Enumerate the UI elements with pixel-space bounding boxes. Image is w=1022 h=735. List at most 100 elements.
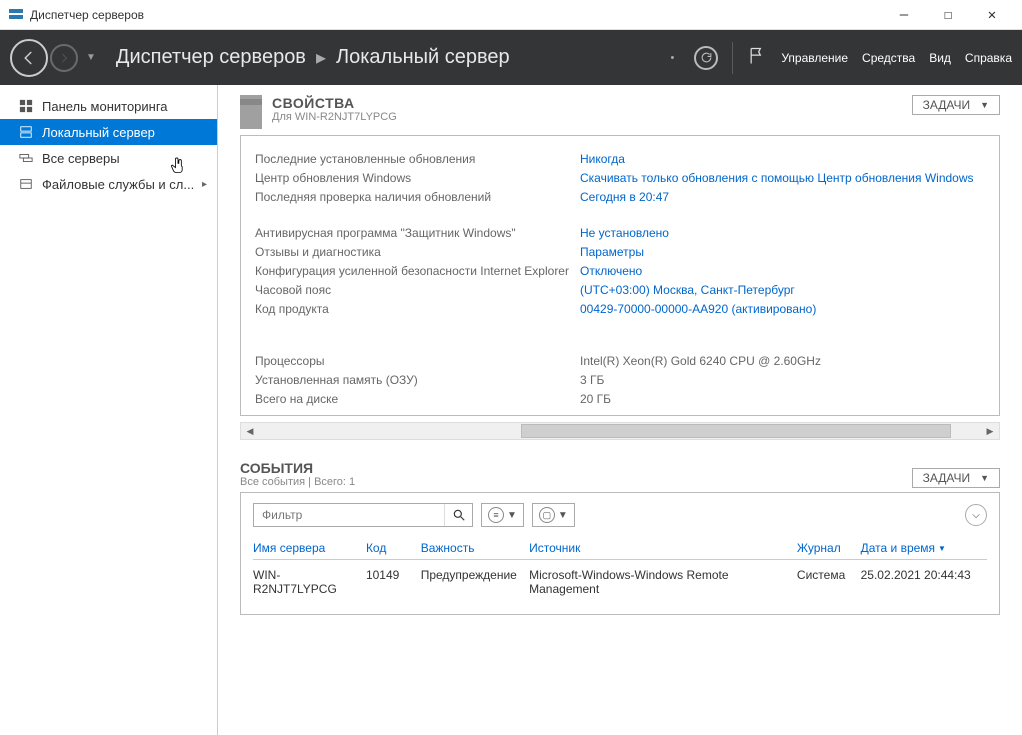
chevron-right-icon: ▸ — [202, 179, 207, 190]
prop-value-link[interactable]: Скачивать только обновления с помощью Це… — [580, 169, 974, 188]
horizontal-scrollbar[interactable]: ◀ ▶ — [240, 422, 1000, 440]
cell-datetime: 25.02.2021 20:44:43 — [861, 568, 987, 596]
tasks-label: ЗАДАЧИ — [923, 471, 970, 485]
events-header: СОБЫТИЯ Все события | Всего: 1 ЗАДАЧИ ▼ — [240, 460, 1000, 488]
menu-help[interactable]: Справка — [965, 51, 1012, 65]
prop-value-link[interactable]: Не установлено — [580, 224, 669, 243]
sort-desc-icon: ▼ — [938, 544, 946, 553]
view-options-button[interactable]: ≡▼ — [481, 503, 524, 527]
nav-dropdown-icon[interactable]: ▼ — [86, 52, 96, 63]
minimize-button[interactable]: — — [882, 3, 926, 27]
titlebar: Диспетчер серверов — ☐ ✕ — [0, 0, 1022, 30]
column-server[interactable]: Имя сервера — [253, 541, 366, 555]
search-icon[interactable] — [444, 504, 472, 526]
tag-icon: ▢ — [539, 507, 555, 523]
column-source[interactable]: Источник — [529, 541, 797, 555]
column-code[interactable]: Код — [366, 541, 421, 555]
expand-collapse-button[interactable]: ⌵ — [965, 504, 987, 526]
events-subtitle: Все события | Всего: 1 — [240, 476, 912, 488]
events-title: СОБЫТИЯ — [240, 460, 912, 476]
breadcrumb-separator-icon: ▸ — [316, 45, 326, 70]
menu-manage[interactable]: Управление — [781, 51, 848, 65]
column-datetime[interactable]: Дата и время▼ — [861, 541, 987, 555]
prop-value: 3 ГБ — [580, 371, 604, 390]
save-query-button[interactable]: ▢▼ — [532, 503, 575, 527]
prop-label: Отзывы и диагностика — [255, 243, 580, 262]
prop-label: Конфигурация усиленной безопасности Inte… — [255, 262, 580, 281]
app-icon — [8, 7, 24, 23]
column-severity[interactable]: Важность — [421, 541, 529, 555]
prop-label: Антивирусная программа "Защитник Windows… — [255, 224, 580, 243]
cursor-hand-icon — [168, 155, 188, 175]
header: ▼ Диспетчер серверов ▸ Локальный сервер … — [0, 30, 1022, 85]
prop-value-link[interactable]: Параметры — [580, 243, 644, 262]
prop-label: Часовой пояс — [255, 281, 580, 300]
filter-box — [253, 503, 473, 527]
sidebar: Панель мониторинга Локальный сервер Все … — [0, 85, 218, 735]
scroll-left-icon[interactable]: ◀ — [241, 423, 259, 439]
cell-log: Система — [797, 568, 861, 596]
prop-value-link[interactable]: Отключено — [580, 262, 642, 281]
sidebar-item-label: Локальный сервер — [42, 125, 155, 140]
table-row[interactable]: WIN-R2NJT7LYPCG 10149 Предупреждение Mic… — [253, 560, 987, 604]
menu-view[interactable]: Вид — [929, 51, 951, 65]
list-icon: ≡ — [488, 507, 504, 523]
chevron-down-icon: ▼ — [980, 100, 989, 110]
server-icon — [18, 124, 34, 140]
close-button[interactable]: ✕ — [970, 3, 1014, 27]
prop-label: Процессоры — [255, 352, 580, 371]
nav-back-button[interactable] — [10, 39, 48, 77]
prop-label: Всего на диске — [255, 390, 580, 409]
tasks-label: ЗАДАЧИ — [923, 98, 970, 112]
sidebar-item-label: Файловые службы и сл... — [42, 177, 194, 192]
events-tasks-button[interactable]: ЗАДАЧИ ▼ — [912, 468, 1000, 488]
properties-title: СВОЙСТВА — [272, 95, 912, 111]
file-services-icon — [18, 176, 34, 192]
sidebar-item-label: Все серверы — [42, 151, 120, 166]
nav-forward-button[interactable] — [50, 44, 78, 72]
properties-panel: Последние установленные обновленияНикогд… — [240, 135, 1000, 416]
prop-label: Установленная память (ОЗУ) — [255, 371, 580, 390]
prop-value-link[interactable]: (UTC+03:00) Москва, Санкт-Петербург — [580, 281, 795, 300]
sidebar-item-local-server[interactable]: Локальный сервер — [0, 119, 217, 145]
prop-label: Код продукта — [255, 300, 580, 319]
servers-icon — [18, 150, 34, 166]
maximize-button[interactable]: ☐ — [926, 3, 970, 27]
cell-severity: Предупреждение — [421, 568, 529, 596]
prop-label: Центр обновления Windows — [255, 169, 580, 188]
scrollbar-thumb[interactable] — [521, 424, 951, 438]
events-table-header: Имя сервера Код Важность Источник Журнал… — [253, 541, 987, 560]
window-title: Диспетчер серверов — [30, 8, 882, 22]
breadcrumb-page[interactable]: Локальный сервер — [336, 46, 510, 69]
breadcrumb: Диспетчер серверов ▸ Локальный сервер — [116, 45, 671, 70]
events-toolbar: ≡▼ ▢▼ ⌵ — [253, 503, 987, 527]
chevron-down-icon: ▼ — [980, 473, 989, 483]
properties-tasks-button[interactable]: ЗАДАЧИ ▼ — [912, 95, 1000, 115]
sidebar-item-label: Панель мониторинга — [42, 99, 168, 114]
filter-input[interactable] — [254, 504, 444, 526]
main-content: СВОЙСТВА Для WIN-R2NJT7LYPCG ЗАДАЧИ ▼ По… — [218, 85, 1022, 735]
cell-server: WIN-R2NJT7LYPCG — [253, 568, 366, 596]
cell-code: 10149 — [366, 568, 421, 596]
chevron-down-icon: ▼ — [507, 510, 517, 521]
prop-value-link[interactable]: 00429-70000-00000-AA920 (активировано) — [580, 300, 816, 319]
chevron-down-icon: ⌵ — [972, 510, 980, 521]
column-log[interactable]: Журнал — [797, 541, 861, 555]
header-bullet-icon: • — [670, 52, 674, 64]
dashboard-icon — [18, 98, 34, 114]
menu-tools[interactable]: Средства — [862, 51, 915, 65]
scroll-right-icon[interactable]: ▶ — [981, 423, 999, 439]
refresh-icon[interactable] — [694, 46, 718, 70]
prop-label: Последние установленные обновления — [255, 150, 580, 169]
prop-value: 20 ГБ — [580, 390, 611, 409]
breadcrumb-root[interactable]: Диспетчер серверов — [116, 46, 306, 69]
properties-subtitle: Для WIN-R2NJT7LYPCG — [272, 111, 912, 123]
flag-icon[interactable] — [747, 46, 767, 69]
tile-stripe-icon — [240, 95, 262, 129]
prop-value-link[interactable]: Никогда — [580, 150, 625, 169]
prop-value: Intel(R) Xeon(R) Gold 6240 CPU @ 2.60GHz — [580, 352, 821, 371]
sidebar-item-dashboard[interactable]: Панель мониторинга — [0, 93, 217, 119]
prop-value-link[interactable]: Сегодня в 20:47 — [580, 188, 669, 207]
chevron-down-icon: ▼ — [558, 510, 568, 521]
prop-label: Последняя проверка наличия обновлений — [255, 188, 580, 207]
